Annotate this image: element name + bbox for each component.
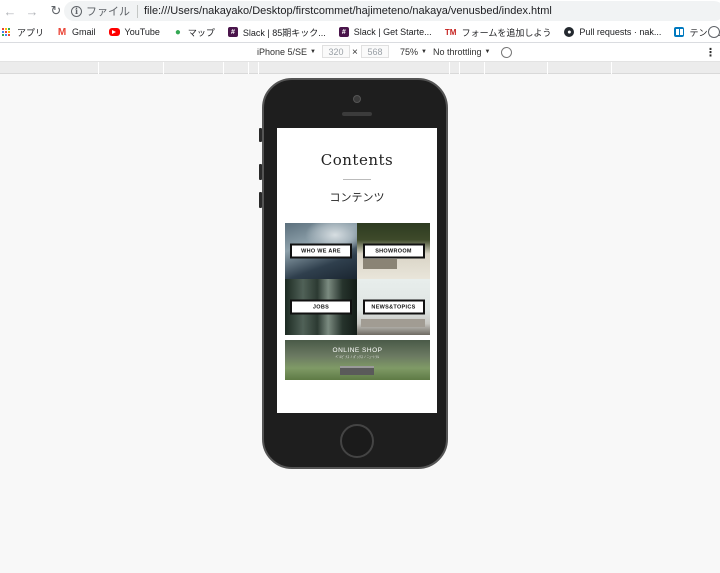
online-shop-sublabel: ﾍﾞﾙﾋﾞﾅｽ / ﾎﾞｯｸｽ / ﾆｭｰﾄﾗﾙ — [335, 355, 380, 359]
apps-grid-icon — [2, 27, 11, 37]
online-shop-label: ONLINE SHOP — [332, 347, 383, 354]
device-toolbar: iPhone 5/SE ▼ 320 × 568 75% ▼ No throttlin… — [0, 43, 720, 61]
contents-heading: Contents — [320, 151, 394, 169]
slack-icon: # — [338, 27, 349, 37]
back-arrow-icon[interactable]: ← — [0, 1, 20, 21]
url-text[interactable]: file:///Users/nakayako/Desktop/firstcomm… — [144, 5, 552, 17]
media-query-bar[interactable] — [0, 61, 720, 74]
gmail-icon: M — [57, 26, 67, 38]
github-icon: ● — [564, 27, 575, 37]
bookmark-slack-1[interactable]: # Slack | 85期キック... — [227, 26, 326, 39]
bookmark-label: Slack | Get Starte... — [353, 27, 432, 37]
url-scheme-label: ファイル — [86, 6, 130, 18]
online-shop-banner[interactable]: ONLINE SHOP ﾍﾞﾙﾋﾞﾅｽ / ﾎﾞｯｸｽ / ﾆｭｰﾄﾗﾙ — [285, 340, 430, 380]
heading-divider — [343, 179, 371, 180]
bookmark-label: アプリ — [17, 27, 45, 38]
device-width-input[interactable]: 320 — [322, 45, 350, 58]
info-icon[interactable]: i — [71, 5, 82, 17]
device-select[interactable]: iPhone 5/SE ▼ — [257, 45, 316, 59]
zoom-select-value: 75% — [400, 47, 419, 57]
jobs-button[interactable]: JOBS — [290, 299, 352, 315]
bookmark-label: YouTube — [124, 27, 160, 37]
volume-up-button — [259, 164, 262, 180]
trello-icon — [674, 27, 685, 37]
device-select-value: iPhone 5/SE — [257, 47, 308, 57]
device-screen: Contents コンテンツ WHO WE ARE SHOWROOM JOBS … — [277, 128, 437, 413]
showroom-button[interactable]: SHOWROOM — [362, 243, 425, 259]
bookmark-form[interactable]: TM フォームを追加しよう — [445, 26, 552, 39]
camera-icon — [353, 95, 361, 103]
caret-down-icon: ▼ — [484, 49, 491, 55]
caret-down-icon: ▼ — [310, 49, 316, 55]
more-options-icon[interactable]: ⋮ — [705, 45, 716, 59]
more-bookmarks-icon[interactable] — [708, 26, 720, 38]
bookmark-gmail[interactable]: M Gmail — [57, 26, 96, 38]
throttling-select[interactable]: No throttling ▼ — [433, 45, 490, 59]
youtube-icon — [108, 28, 120, 36]
reload-icon[interactable]: ↻ — [46, 1, 66, 21]
slack-icon: # — [227, 27, 238, 37]
bookmark-youtube[interactable]: YouTube — [108, 27, 160, 37]
contents-subheading: コンテンツ — [329, 192, 385, 204]
zoom-select[interactable]: 75% ▼ — [400, 45, 427, 59]
news-topics-button[interactable]: NEWS&TOPICS — [362, 299, 425, 315]
mute-switch — [259, 128, 262, 142]
omnibox-divider — [137, 4, 138, 18]
device-height-input[interactable]: 568 — [361, 45, 389, 58]
bookmark-maps[interactable]: ● マップ — [173, 26, 215, 39]
phone-frame: Contents コンテンツ WHO WE ARE SHOWROOM JOBS … — [259, 78, 448, 469]
news-topics-tile[interactable]: NEWS&TOPICS — [357, 279, 430, 335]
who-we-are-button[interactable]: WHO WE ARE — [290, 243, 352, 259]
volume-down-button — [259, 192, 262, 208]
browser-toolbar: ← → ↻ i ファイル file:///Users/nakayako/Desk… — [0, 0, 720, 22]
forward-arrow-icon[interactable]: → — [22, 1, 42, 21]
bookmark-label: フォームを追加しよう — [461, 27, 552, 38]
speaker-grille — [342, 112, 372, 116]
jobs-tile[interactable]: JOBS — [285, 279, 357, 335]
maps-pin-icon: ● — [174, 26, 181, 38]
bookmark-label: Gmail — [72, 27, 96, 37]
caret-down-icon: ▼ — [421, 49, 427, 55]
rotate-icon[interactable] — [501, 47, 512, 58]
bookmark-label: Pull requests · nak... — [579, 27, 662, 37]
address-bar[interactable]: i ファイル file:///Users/nakayako/Desktop/fi… — [64, 1, 720, 21]
throttling-select-value: No throttling — [433, 47, 482, 57]
tm-icon: TM — [444, 27, 457, 37]
home-button[interactable] — [340, 424, 374, 458]
showroom-tile[interactable]: SHOWROOM — [357, 223, 430, 279]
bookmark-label: マップ — [187, 27, 215, 38]
bookmark-label: Slack | 85期キック... — [242, 27, 326, 38]
bookmark-slack-2[interactable]: # Slack | Get Starte... — [338, 27, 432, 37]
bookmark-github[interactable]: ● Pull requests · nak... — [564, 27, 661, 37]
bookmarks-bar: アプリ M Gmail YouTube ● マップ # Slack | 85期キ… — [0, 22, 720, 43]
bookmark-apps[interactable]: アプリ — [0, 26, 44, 39]
who-we-are-tile[interactable]: WHO WE ARE — [285, 223, 357, 279]
dimension-separator: × — [352, 46, 358, 58]
